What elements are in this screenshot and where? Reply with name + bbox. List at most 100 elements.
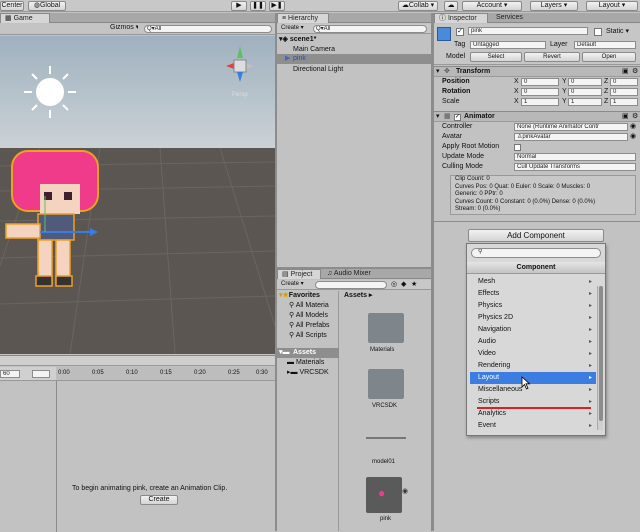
menu-scrollbar[interactable] xyxy=(597,286,603,430)
folder-icon[interactable] xyxy=(368,313,404,343)
rotation-z-field[interactable]: 0 xyxy=(610,88,638,96)
scene-toolbar: Gizmos ▾ Q▾All xyxy=(0,24,275,35)
cloud-services-button[interactable]: ☁ xyxy=(444,1,458,11)
menu-item-mesh[interactable]: Mesh ▸ xyxy=(470,276,596,288)
add-component-button[interactable]: Add Component xyxy=(468,229,604,242)
avatar-field[interactable]: ♙pinkAvatar xyxy=(514,133,628,141)
tab-audio-mixer[interactable]: ♫ Audio Mixer xyxy=(323,269,383,279)
step-button[interactable]: ▶❚ xyxy=(269,1,285,11)
gizmos-dropdown[interactable]: Gizmos ▾ xyxy=(110,24,138,34)
static-checkbox[interactable] xyxy=(594,28,602,36)
controller-field[interactable]: None (Runtime Animator Contr xyxy=(514,123,628,131)
menu-item-effects[interactable]: Effects ▸ xyxy=(470,288,596,300)
menu-item-video[interactable]: Video ▸ xyxy=(470,348,596,360)
position-x-field[interactable]: 0 xyxy=(521,78,559,86)
scene-row[interactable]: ▾◈ scene1* xyxy=(279,35,316,44)
apply-root-motion-checkbox[interactable] xyxy=(514,144,521,151)
layer-dropdown[interactable]: Default xyxy=(574,41,636,49)
menu-item-physics-2d[interactable]: Physics 2D ▸ xyxy=(470,312,596,324)
rotation-x-field[interactable]: 0 xyxy=(521,88,559,96)
menu-item-event[interactable]: Event ▸ xyxy=(470,420,596,432)
transform-header[interactable]: ▾ ✥ Transform ▣ ⚙ xyxy=(434,66,640,77)
fav-item[interactable]: ⚲ All Prefabs xyxy=(289,321,330,330)
menu-item-audio[interactable]: Audio ▸ xyxy=(470,336,596,348)
tab-hierarchy[interactable]: ≡ Hierarchy xyxy=(277,13,329,23)
layers-dropdown[interactable]: Layers ▾ xyxy=(530,1,578,11)
layout-dropdown[interactable]: Layout ▾ xyxy=(586,1,638,11)
model-select-button[interactable]: Select xyxy=(470,52,522,62)
frame-input[interactable]: 60 xyxy=(0,370,20,378)
assets-row[interactable]: ▾▬ Assets xyxy=(277,348,339,358)
label-icon[interactable]: ◆ xyxy=(401,280,406,289)
animator-enabled-checkbox[interactable]: ✓ xyxy=(454,114,461,121)
menu-item-physics[interactable]: Physics ▸ xyxy=(470,300,596,312)
fav-item[interactable]: ⚲ All Materia xyxy=(289,301,329,310)
animator-info-box: Clip Count: 0 Curves Pos: 0 Quat: 0 Eule… xyxy=(450,175,636,215)
help-icon[interactable]: ▣ xyxy=(622,67,629,76)
collab-button[interactable]: ☁Collab ▾ xyxy=(398,1,438,11)
model-icon[interactable] xyxy=(366,437,406,439)
tab-game[interactable]: ▦ Game xyxy=(0,13,50,23)
expand-prefab-icon[interactable]: ◉ xyxy=(402,487,408,496)
hierarchy-item-directional-light[interactable]: Directional Light xyxy=(293,65,343,74)
update-mode-dropdown[interactable]: Normal xyxy=(514,153,636,161)
hierarchy-toolbar: Create ▾ Q▾All xyxy=(277,24,431,34)
hierarchy-item-pink-row[interactable]: ▶ pink xyxy=(277,54,431,64)
culling-mode-dropdown[interactable]: Cull Update Transforms xyxy=(514,163,636,171)
tab-project[interactable]: ▤ Project xyxy=(277,269,321,279)
hierarchy-item-main-camera[interactable]: Main Camera xyxy=(293,45,335,54)
fav-item[interactable]: ⚲ All Scripts xyxy=(289,331,327,340)
scene-search-input[interactable]: Q▾All xyxy=(144,25,272,33)
menu-item-layout[interactable]: Layout ▸ xyxy=(470,372,596,384)
model-revert-button[interactable]: Revert xyxy=(524,52,580,62)
position-z-field[interactable]: 0 xyxy=(610,78,638,86)
scrollbar-thumb[interactable] xyxy=(599,286,603,421)
tag-dropdown[interactable]: Untagged xyxy=(470,41,546,49)
object-name-input[interactable]: pink xyxy=(468,27,588,35)
menu-item-analytics[interactable]: Analytics ▸ xyxy=(470,408,596,420)
component-search-input[interactable]: ⚲ xyxy=(471,248,601,258)
chevron-right-icon: ▸ xyxy=(588,351,592,357)
tree-item-materials[interactable]: ▬ Materials xyxy=(287,358,324,367)
animator-header[interactable]: ▾ ▦ ✓ Animator ▣ ⚙ xyxy=(434,111,640,122)
project-search-input[interactable] xyxy=(315,281,387,289)
frame-field-2[interactable] xyxy=(32,370,50,378)
create-clip-button[interactable]: Create xyxy=(140,495,178,505)
prefab-thumbnail[interactable]: ● xyxy=(366,477,402,513)
scale-y-field[interactable]: 1 xyxy=(568,98,602,106)
tab-inspector[interactable]: ⓘ Inspector xyxy=(434,13,488,23)
folder-icon: ▤ xyxy=(282,271,291,278)
tree-item-vrcsdk[interactable]: ▸▬ VRCSDK xyxy=(287,368,329,377)
menu-item-rendering[interactable]: Rendering ▸ xyxy=(470,360,596,372)
pivot-center-toggle[interactable]: Center xyxy=(0,1,24,11)
position-y-field[interactable]: 0 xyxy=(568,78,602,86)
hierarchy-create-dropdown[interactable]: Create ▾ xyxy=(281,24,304,33)
filter-icon[interactable]: ◎ xyxy=(391,280,397,289)
project-create-dropdown[interactable]: Create ▾ xyxy=(281,280,304,289)
tab-services[interactable]: Services xyxy=(492,13,536,23)
scene-viewport[interactable]: Persp xyxy=(0,36,275,354)
menu-item-navigation[interactable]: Navigation ▸ xyxy=(470,324,596,336)
timeline-ruler[interactable]: 0:00 0:05 0:10 0:15 0:20 0:25 0:30 xyxy=(56,367,275,381)
scale-z-field[interactable]: 1 xyxy=(610,98,638,106)
favorites-row[interactable]: ▾★Favorites xyxy=(279,291,320,300)
star-icon[interactable]: ★ xyxy=(411,280,417,289)
object-picker-icon[interactable]: ◉ xyxy=(630,122,636,131)
hierarchy-search-input[interactable]: Q▾All xyxy=(313,25,427,33)
global-local-toggle[interactable]: ◍Global xyxy=(28,1,66,11)
settings-gear-icon[interactable]: ⚙ xyxy=(632,67,638,76)
rotation-y-field[interactable]: 0 xyxy=(568,88,602,96)
settings-gear-icon[interactable]: ⚙ xyxy=(632,112,638,121)
static-dropdown[interactable]: Static ▾ xyxy=(606,27,629,36)
model-open-button[interactable]: Open xyxy=(582,52,636,62)
active-checkbox[interactable]: ✓ xyxy=(456,28,464,36)
account-dropdown[interactable]: Account ▾ xyxy=(462,1,522,11)
object-picker-icon[interactable]: ◉ xyxy=(630,132,636,141)
menu-item-miscellaneous[interactable]: Miscellaneous ▸ xyxy=(470,384,596,396)
pause-button[interactable]: ❚❚ xyxy=(250,1,266,11)
fav-item[interactable]: ⚲ All Models xyxy=(289,311,328,320)
play-button[interactable]: ▶ xyxy=(231,1,247,11)
help-icon[interactable]: ▣ xyxy=(622,112,629,121)
scale-x-field[interactable]: 1 xyxy=(521,98,559,106)
folder-icon[interactable] xyxy=(368,369,404,399)
